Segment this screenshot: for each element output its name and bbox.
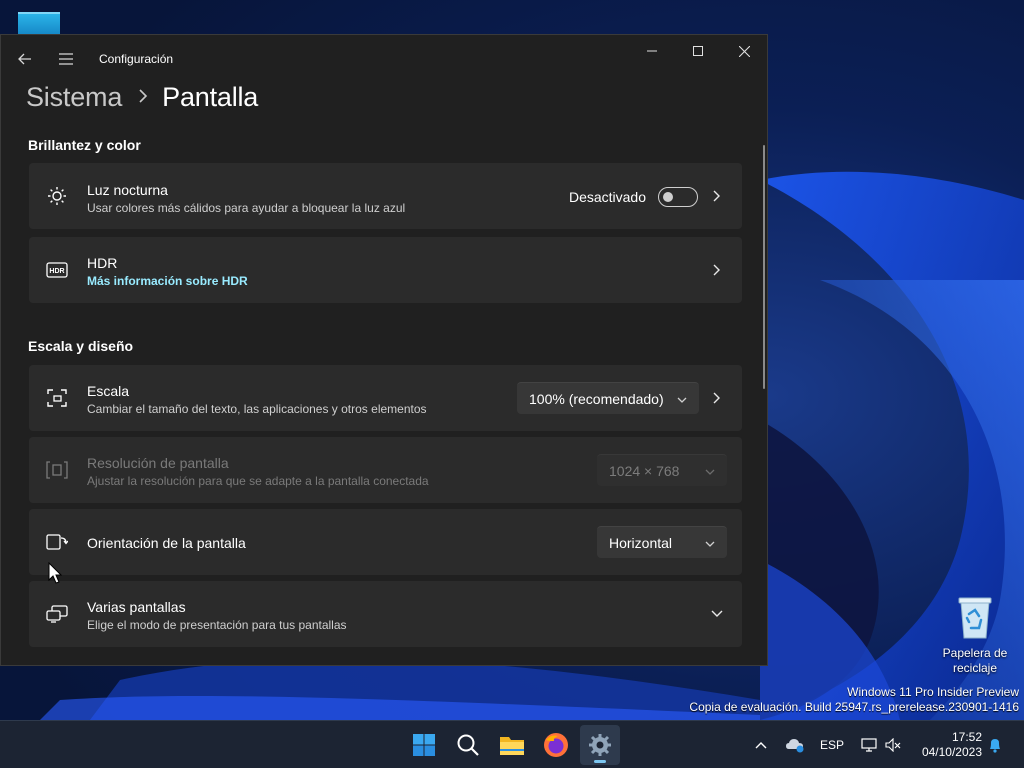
- cloud-icon: [786, 739, 804, 753]
- resolution-dropdown: 1024 × 768: [597, 454, 727, 486]
- hdr-info-link[interactable]: Más información sobre HDR: [87, 274, 248, 288]
- svg-text:HDR: HDR: [49, 268, 64, 275]
- scale-row[interactable]: Escala Cambiar el tamaño del texto, las …: [29, 365, 742, 431]
- orientation-value: Horizontal: [609, 534, 673, 551]
- hdr-icon: HDR: [46, 259, 68, 281]
- section-brightness-title: Brillantez y color: [28, 137, 141, 153]
- settings-icon: [589, 734, 611, 756]
- settings-button[interactable]: [580, 725, 620, 765]
- section-scale-title: Escala y diseño: [28, 338, 134, 354]
- show-hidden-icons-button[interactable]: [752, 735, 770, 755]
- recycle-bin-icon: [957, 596, 993, 640]
- night-light-toggle[interactable]: [658, 187, 698, 207]
- resolution-icon: [46, 459, 68, 481]
- desktop-folder-icon[interactable]: [18, 12, 60, 34]
- search-icon: [457, 734, 479, 756]
- menu-button[interactable]: [51, 43, 81, 75]
- scrollbar[interactable]: [763, 145, 765, 389]
- back-button[interactable]: [10, 43, 40, 75]
- minimize-icon: [647, 50, 657, 52]
- app-title: Configuración: [99, 52, 174, 66]
- recycle-bin[interactable]: Papelera de reciclaje: [936, 596, 1014, 676]
- start-icon: [413, 734, 435, 756]
- recycle-bin-label: Papelera de reciclaje: [942, 646, 1008, 675]
- hamburger-icon: [59, 53, 73, 65]
- night-light-row[interactable]: Luz nocturna Usar colores más cálidos pa…: [29, 163, 742, 229]
- page-title: Pantalla: [162, 82, 259, 112]
- clock-time: 17:52: [951, 730, 982, 744]
- firefox-button[interactable]: [536, 725, 576, 765]
- file-explorer-icon: [500, 737, 524, 755]
- chevron-up-icon: [755, 742, 767, 749]
- night-light-title: Luz nocturna: [87, 182, 168, 198]
- evaluation-watermark: Windows 11 Pro Insider Preview Copia de …: [689, 685, 1019, 715]
- notification-bell-icon[interactable]: [986, 735, 1004, 755]
- mouse-cursor-icon: [48, 562, 62, 584]
- firefox-icon: [544, 733, 568, 757]
- multiple-displays-subtitle: Elige el modo de presentación para tus p…: [87, 618, 347, 632]
- multiple-displays-row[interactable]: Varias pantallas Elige el modo de presen…: [29, 581, 742, 647]
- clock[interactable]: 17:52 04/10/2023: [922, 730, 982, 760]
- watermark-line-2: Copia de evaluación. Build 25947.rs_prer…: [689, 700, 1019, 714]
- breadcrumb-chevron-icon: [138, 87, 148, 108]
- onedrive-tray[interactable]: [784, 735, 806, 755]
- chevron-right-icon: [710, 189, 724, 203]
- hdr-title: HDR: [87, 255, 118, 271]
- brightness-icon: [46, 185, 68, 207]
- multiple-displays-icon: [46, 603, 68, 625]
- back-arrow-icon: [18, 53, 31, 65]
- scale-title: Escala: [87, 383, 130, 399]
- taskbar: ESP 17:52 04/10/2023: [0, 720, 1024, 768]
- scale-subtitle: Cambiar el tamaño del texto, las aplicac…: [87, 402, 427, 416]
- maximize-button[interactable]: [675, 35, 721, 67]
- orientation-icon: [46, 531, 68, 553]
- night-light-state: Desactivado: [568, 189, 646, 205]
- watermark-line-1: Windows 11 Pro Insider Preview: [847, 685, 1019, 699]
- chevron-down-icon: [705, 464, 715, 480]
- clock-date: 04/10/2023: [921, 745, 982, 759]
- active-app-indicator: [594, 760, 606, 763]
- title-bar[interactable]: Configuración: [1, 35, 767, 83]
- scale-icon: [46, 387, 68, 409]
- resolution-row: Resolución de pantalla Ajustar la resolu…: [29, 437, 742, 503]
- minimize-button[interactable]: [629, 35, 675, 67]
- night-light-subtitle: Usar colores más cálidos para ayudar a b…: [87, 201, 406, 215]
- chevron-right-icon: [710, 263, 724, 277]
- toggle-knob: [663, 192, 673, 202]
- close-button[interactable]: [721, 35, 767, 67]
- settings-window: Configuración Sistema Pantalla Brillante…: [0, 34, 768, 666]
- scale-value: 100% (recomendado): [529, 390, 664, 407]
- chevron-down-icon: [677, 392, 687, 408]
- orientation-row[interactable]: Orientación de la pantalla Horizontal: [29, 509, 742, 575]
- network-icon[interactable]: [860, 735, 878, 755]
- multiple-displays-title: Varias pantallas: [87, 599, 186, 615]
- language-indicator[interactable]: ESP: [820, 735, 844, 755]
- resolution-title: Resolución de pantalla: [87, 455, 229, 471]
- resolution-subtitle: Ajustar la resolución para que se adapte…: [87, 474, 429, 488]
- breadcrumb: Sistema Pantalla: [26, 82, 258, 113]
- chevron-right-icon: [710, 391, 724, 405]
- breadcrumb-sistema[interactable]: Sistema: [26, 82, 122, 113]
- search-button[interactable]: [448, 725, 488, 765]
- start-button[interactable]: [404, 725, 444, 765]
- hdr-row[interactable]: HDR HDR Más información sobre HDR: [29, 237, 742, 303]
- scale-dropdown[interactable]: 100% (recomendado): [517, 382, 699, 414]
- file-explorer-button[interactable]: [492, 725, 532, 765]
- maximize-icon: [693, 46, 703, 56]
- chevron-down-icon: [705, 536, 715, 552]
- chevron-down-icon[interactable]: [710, 607, 724, 621]
- resolution-value: 1024 × 768: [609, 462, 680, 479]
- volume-muted-icon[interactable]: [884, 735, 902, 755]
- close-icon: [738, 45, 750, 57]
- orientation-dropdown[interactable]: Horizontal: [597, 526, 727, 558]
- orientation-title: Orientación de la pantalla: [87, 535, 246, 551]
